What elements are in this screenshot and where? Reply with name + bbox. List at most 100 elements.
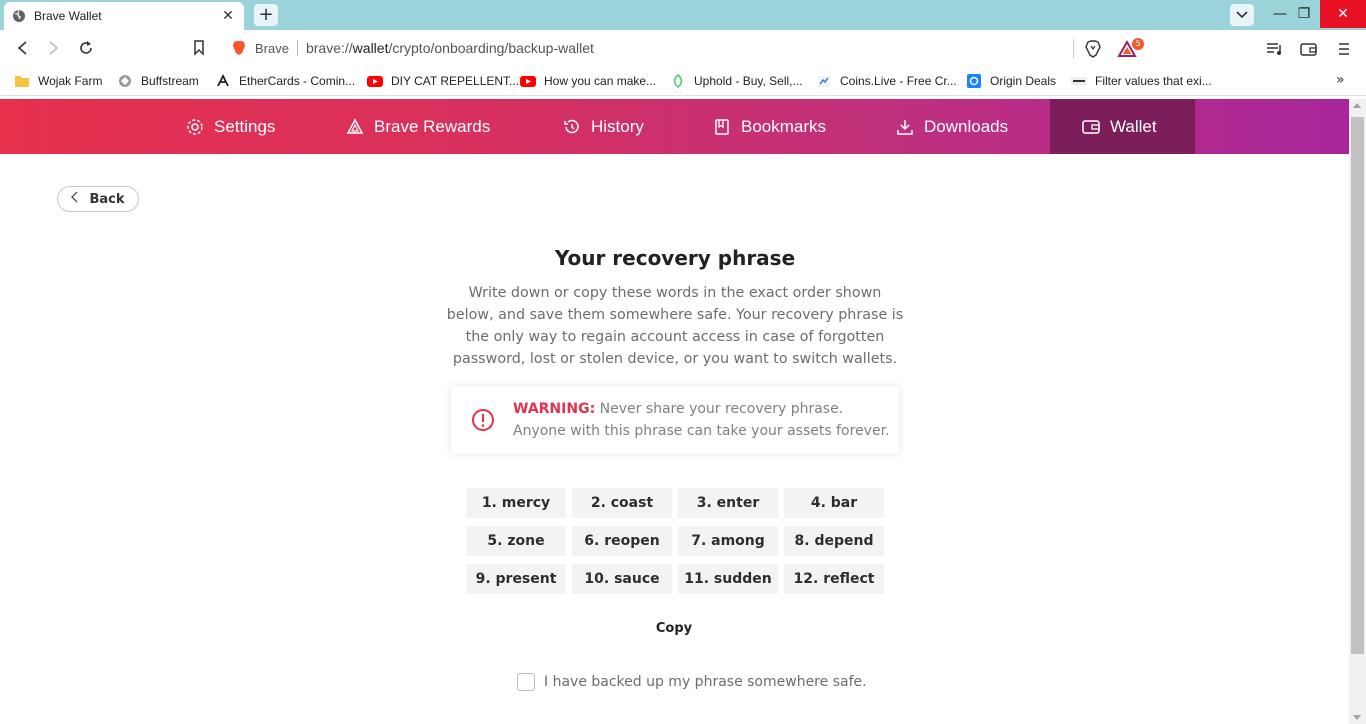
globe-icon bbox=[13, 9, 25, 22]
bookmark-item[interactable]: How you can make... bbox=[520, 72, 656, 90]
bookmark-item[interactable]: EtherCards - Comin... bbox=[215, 72, 355, 90]
media-button[interactable] bbox=[1264, 39, 1286, 59]
site-label: Brave bbox=[255, 40, 289, 56]
uphold-icon bbox=[673, 74, 683, 88]
copy-button[interactable]: Copy bbox=[640, 618, 708, 640]
hamburger-menu-icon bbox=[1339, 43, 1349, 55]
back-label: Back bbox=[89, 191, 125, 207]
nav-label: Wallet bbox=[1110, 116, 1157, 136]
close-tab-icon[interactable]: ✕ bbox=[220, 8, 236, 24]
warning-line-1: Never share your recovery phrase. bbox=[595, 401, 844, 417]
playlist-icon bbox=[1267, 43, 1281, 55]
omnibox-divider bbox=[296, 40, 298, 56]
bookmarks-bar: Wojak Farm Buffstream EtherCards - Comin… bbox=[0, 66, 1366, 96]
bookmark-icon bbox=[194, 40, 204, 56]
backup-checkbox-label[interactable]: I have backed up my phrase somewhere saf… bbox=[544, 674, 867, 690]
warning-label: WARNING: bbox=[513, 401, 596, 417]
nav-label: Downloads bbox=[924, 116, 1009, 136]
history-icon bbox=[564, 119, 579, 133]
bookmark-label: Wojak Farm bbox=[38, 74, 103, 88]
bookmark-page-button[interactable] bbox=[189, 38, 209, 58]
scroll-down-icon[interactable] bbox=[1353, 715, 1361, 720]
bookmark-label: DIY CAT REPELLENT... bbox=[391, 74, 520, 88]
reload-button[interactable] bbox=[76, 38, 96, 58]
tab-search-button[interactable] bbox=[1230, 4, 1254, 26]
nav-downloads[interactable]: Downloads bbox=[896, 99, 1008, 154]
bookmark-label: Buffstream bbox=[141, 74, 199, 88]
wallet-icon bbox=[1082, 119, 1100, 134]
youtube-icon bbox=[367, 76, 383, 87]
nav-bookmarks[interactable]: Bookmarks bbox=[713, 99, 826, 154]
back-button[interactable]: Back bbox=[57, 186, 139, 212]
phrase-word: 10. sauce bbox=[572, 564, 672, 594]
tab-strip: Brave Wallet ✕ + — ❐ ✕ bbox=[0, 0, 1366, 30]
nav-label: History bbox=[591, 116, 644, 136]
brave-lion-icon bbox=[233, 41, 245, 55]
wallet-icon bbox=[1300, 43, 1317, 56]
url-text: brave://wallet/crypto/onboarding/backup-… bbox=[306, 40, 594, 56]
phrase-word: 12. reflect bbox=[784, 564, 884, 594]
ethercards-icon bbox=[217, 74, 229, 87]
rewards-badge: 5 bbox=[1132, 38, 1144, 50]
warning-text: WARNING: Never share your recovery phras… bbox=[513, 398, 890, 442]
bookmark-item[interactable]: Wojak Farm bbox=[14, 72, 102, 90]
gear-icon bbox=[187, 118, 203, 135]
url-path: /crypto/onboarding/backup-wallet bbox=[388, 40, 594, 56]
brave-shields-button[interactable] bbox=[1082, 39, 1104, 59]
arrow-right-icon bbox=[49, 41, 59, 55]
bookmark-label: Uphold - Buy, Sell,... bbox=[694, 74, 803, 88]
bookmark-item[interactable]: Filter values that exi... bbox=[1071, 72, 1212, 90]
bookmark-item[interactable]: Uphold - Buy, Sell,... bbox=[670, 72, 803, 90]
chevron-left-icon bbox=[71, 191, 79, 207]
scrollbar-thumb[interactable] bbox=[1351, 117, 1364, 654]
buffstream-icon bbox=[119, 75, 131, 87]
tab-title: Brave Wallet bbox=[34, 9, 102, 23]
backup-checkbox[interactable] bbox=[517, 673, 535, 691]
arrow-left-icon bbox=[17, 41, 27, 55]
page-scrollbar[interactable] bbox=[1349, 99, 1366, 724]
nav-history[interactable]: History bbox=[563, 99, 644, 154]
toolbar-divider bbox=[1073, 39, 1074, 59]
nav-settings[interactable]: Settings bbox=[186, 99, 275, 154]
bookmark-item[interactable]: DIY CAT REPELLENT... bbox=[367, 72, 519, 90]
backup-confirm[interactable]: I have backed up my phrase somewhere saf… bbox=[517, 673, 867, 691]
scroll-up-icon[interactable] bbox=[1353, 103, 1361, 108]
warning-line-2: Anyone with this phrase can take your as… bbox=[513, 423, 890, 439]
bookmark-label: EtherCards - Comin... bbox=[239, 74, 356, 88]
nav-label: Bookmarks bbox=[741, 116, 827, 136]
brave-nav-bar: Settings Brave Rewards History Bookmarks… bbox=[0, 99, 1349, 154]
bookmark-label: Filter values that exi... bbox=[1095, 74, 1212, 88]
page-title: Your recovery phrase bbox=[554, 246, 796, 270]
address-bar[interactable]: Brave brave://wallet/crypto/onboarding/b… bbox=[222, 36, 1144, 60]
bookmarks-overflow-button[interactable]: » bbox=[1336, 72, 1345, 88]
close-window-button[interactable]: ✕ bbox=[1320, 0, 1366, 28]
wallet-toolbar-button[interactable] bbox=[1298, 39, 1320, 59]
new-tab-button[interactable]: + bbox=[254, 4, 278, 26]
brave-shield-icon bbox=[1085, 40, 1101, 58]
forward-nav-button[interactable] bbox=[44, 38, 64, 58]
url-prefix: brave:// bbox=[305, 40, 353, 56]
phrase-word: 4. bar bbox=[784, 488, 884, 518]
bookmark-label: Coins.Live - Free Cr... bbox=[840, 74, 957, 88]
bookmark-item[interactable]: Origin Deals bbox=[966, 72, 1056, 90]
main-menu-button[interactable] bbox=[1333, 39, 1355, 59]
origin-icon bbox=[967, 74, 981, 88]
phrase-word: 9. present bbox=[466, 564, 566, 594]
tab-brave-wallet[interactable]: Brave Wallet ✕ bbox=[4, 2, 244, 30]
gdh-icon bbox=[1071, 77, 1087, 85]
coinslive-icon bbox=[818, 76, 830, 87]
bookmarks-icon bbox=[715, 118, 729, 135]
youtube-icon bbox=[520, 76, 536, 87]
phrase-word: 5. zone bbox=[466, 526, 566, 556]
phrase-word: 2. coast bbox=[572, 488, 672, 518]
nav-wallet[interactable]: Wallet bbox=[1050, 99, 1195, 154]
download-icon bbox=[897, 119, 913, 135]
back-nav-button[interactable] bbox=[12, 38, 32, 58]
bookmark-item[interactable]: Coins.Live - Free Cr... bbox=[816, 72, 957, 90]
phrase-word: 7. among bbox=[678, 526, 778, 556]
bookmark-item[interactable]: Buffstream bbox=[117, 72, 199, 90]
nav-brave-rewards[interactable]: Brave Rewards bbox=[346, 99, 490, 154]
restore-button[interactable]: ❐ bbox=[1284, 0, 1324, 28]
warning-card: WARNING: Never share your recovery phras… bbox=[451, 386, 899, 454]
page-description: Write down or copy these words in the ex… bbox=[446, 285, 904, 367]
